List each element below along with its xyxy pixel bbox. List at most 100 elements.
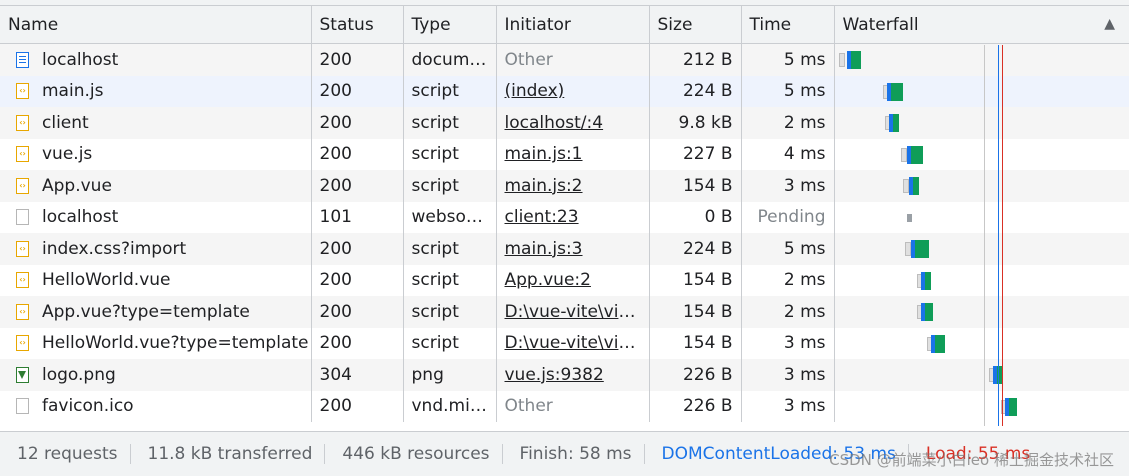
script-icon bbox=[16, 146, 29, 162]
request-time: Pending bbox=[741, 202, 834, 234]
request-status: 200 bbox=[311, 233, 403, 265]
column-header-initiator[interactable]: Initiator bbox=[496, 6, 649, 44]
request-status: 101 bbox=[311, 202, 403, 234]
resources-size: 446 kB resources bbox=[325, 444, 502, 464]
initiator-text[interactable]: localhost/:4 bbox=[505, 113, 604, 133]
request-initiator[interactable]: main.js:2 bbox=[496, 170, 649, 202]
request-status: 200 bbox=[311, 170, 403, 202]
request-row[interactable]: App.vue?type=template200scriptD:\vue-vit… bbox=[0, 296, 1129, 328]
initiator-text[interactable]: main.js:1 bbox=[505, 144, 583, 164]
request-time: 5 ms bbox=[741, 76, 834, 108]
request-row[interactable]: vue.js200scriptmain.js:1227 B4 ms bbox=[0, 139, 1129, 171]
request-name: HelloWorld.vue?type=template bbox=[42, 333, 309, 353]
waterfall-cell bbox=[835, 328, 1129, 360]
request-size: 226 B bbox=[649, 359, 741, 391]
request-size: 226 B bbox=[649, 391, 741, 423]
request-type: docume… bbox=[403, 44, 496, 76]
request-row[interactable]: App.vue200scriptmain.js:2154 B3 ms bbox=[0, 170, 1129, 202]
request-status: 304 bbox=[311, 359, 403, 391]
transferred-size: 11.8 kB transferred bbox=[131, 444, 326, 464]
sort-ascending-icon[interactable]: ▲ bbox=[1104, 16, 1115, 32]
request-status: 200 bbox=[311, 139, 403, 171]
script-icon bbox=[16, 335, 29, 351]
request-name: localhost bbox=[42, 207, 118, 227]
script-icon bbox=[16, 178, 29, 194]
waterfall-download-bar bbox=[1009, 398, 1017, 416]
request-time: 2 ms bbox=[741, 107, 834, 139]
finish-time: Finish: 58 ms bbox=[503, 444, 645, 464]
waterfall-download-bar bbox=[911, 146, 923, 164]
request-name: vue.js bbox=[42, 144, 92, 164]
script-icon bbox=[16, 115, 29, 131]
initiator-text[interactable]: (index) bbox=[505, 81, 565, 101]
column-header-size[interactable]: Size bbox=[649, 6, 741, 44]
column-header-time[interactable]: Time bbox=[741, 6, 834, 44]
request-name: logo.png bbox=[42, 365, 116, 385]
request-row[interactable]: client200scriptlocalhost/:49.8 kB2 ms bbox=[0, 107, 1129, 139]
request-initiator[interactable]: D:\vue-vite\vite… bbox=[496, 328, 649, 360]
request-row[interactable]: main.js200script(index)224 B5 ms bbox=[0, 76, 1129, 108]
request-time: 2 ms bbox=[741, 265, 834, 297]
waterfall-cell bbox=[835, 170, 1129, 202]
initiator-text[interactable]: D:\vue-vite\vite… bbox=[505, 302, 650, 322]
initiator-text[interactable]: main.js:3 bbox=[505, 239, 583, 259]
column-header-type[interactable]: Type bbox=[403, 6, 496, 44]
request-status: 200 bbox=[311, 107, 403, 139]
waterfall-cell bbox=[835, 76, 1129, 108]
request-row[interactable]: index.css?import200scriptmain.js:3224 B5… bbox=[0, 233, 1129, 265]
waterfall-label: Waterfall bbox=[843, 15, 919, 35]
initiator-text[interactable]: vue.js:9382 bbox=[505, 365, 604, 385]
request-row[interactable]: localhost101websoc…client:230 BPending bbox=[0, 202, 1129, 234]
waterfall-download-bar bbox=[851, 51, 861, 69]
initiator-text: Other bbox=[505, 50, 553, 70]
request-type: png bbox=[403, 359, 496, 391]
column-header-waterfall[interactable]: Waterfall ▲ bbox=[834, 6, 1129, 44]
request-size: 154 B bbox=[649, 328, 741, 360]
request-type: script bbox=[403, 328, 496, 360]
request-name: main.js bbox=[42, 81, 103, 101]
request-type: script bbox=[403, 170, 496, 202]
load-event-line bbox=[1002, 45, 1003, 426]
request-row[interactable]: favicon.ico200vnd.mic…Other226 B3 ms bbox=[0, 391, 1129, 423]
request-initiator[interactable]: (index) bbox=[496, 76, 649, 108]
request-status: 200 bbox=[311, 328, 403, 360]
request-type: websoc… bbox=[403, 202, 496, 234]
request-time: 3 ms bbox=[741, 170, 834, 202]
request-name: HelloWorld.vue bbox=[42, 270, 171, 290]
request-row[interactable]: HelloWorld.vue200scriptApp.vue:2154 B2 m… bbox=[0, 265, 1129, 297]
request-initiator[interactable]: D:\vue-vite\vite… bbox=[496, 296, 649, 328]
request-status: 200 bbox=[311, 391, 403, 423]
initiator-text[interactable]: client:23 bbox=[505, 207, 579, 227]
initiator-text[interactable]: D:\vue-vite\vite… bbox=[505, 333, 650, 353]
request-initiator[interactable]: localhost/:4 bbox=[496, 107, 649, 139]
column-header-name[interactable]: Name bbox=[0, 6, 311, 44]
column-header-status[interactable]: Status bbox=[311, 6, 403, 44]
waterfall-download-bar bbox=[913, 177, 919, 195]
waterfall-cell bbox=[835, 44, 1129, 76]
request-initiator[interactable]: vue.js:9382 bbox=[496, 359, 649, 391]
request-initiator[interactable]: main.js:3 bbox=[496, 233, 649, 265]
document-icon bbox=[16, 52, 29, 68]
request-row[interactable]: localhost200docume…Other212 B5 ms bbox=[0, 44, 1129, 76]
request-initiator[interactable]: main.js:1 bbox=[496, 139, 649, 171]
request-name: favicon.ico bbox=[42, 396, 134, 416]
initiator-text[interactable]: main.js:2 bbox=[505, 176, 583, 196]
request-name: localhost bbox=[42, 50, 118, 70]
request-size: 227 B bbox=[649, 139, 741, 171]
blank-file-icon bbox=[16, 209, 29, 225]
header-row: Name Status Type Initiator Size Time Wat… bbox=[0, 6, 1129, 44]
waterfall-cell bbox=[835, 107, 1129, 139]
request-row[interactable]: logo.png304pngvue.js:9382226 B3 ms bbox=[0, 359, 1129, 391]
request-initiator[interactable]: client:23 bbox=[496, 202, 649, 234]
request-time: 5 ms bbox=[741, 233, 834, 265]
request-initiator[interactable]: App.vue:2 bbox=[496, 265, 649, 297]
request-type: script bbox=[403, 296, 496, 328]
request-type: script bbox=[403, 139, 496, 171]
waterfall-cell bbox=[835, 359, 1129, 391]
initiator-text[interactable]: App.vue:2 bbox=[505, 270, 591, 290]
waterfall-queue-bar bbox=[839, 53, 845, 67]
request-initiator: Other bbox=[496, 391, 649, 423]
waterfall-cell bbox=[835, 202, 1129, 234]
request-size: 154 B bbox=[649, 170, 741, 202]
request-row[interactable]: HelloWorld.vue?type=template200script D:\… bbox=[0, 328, 1129, 360]
